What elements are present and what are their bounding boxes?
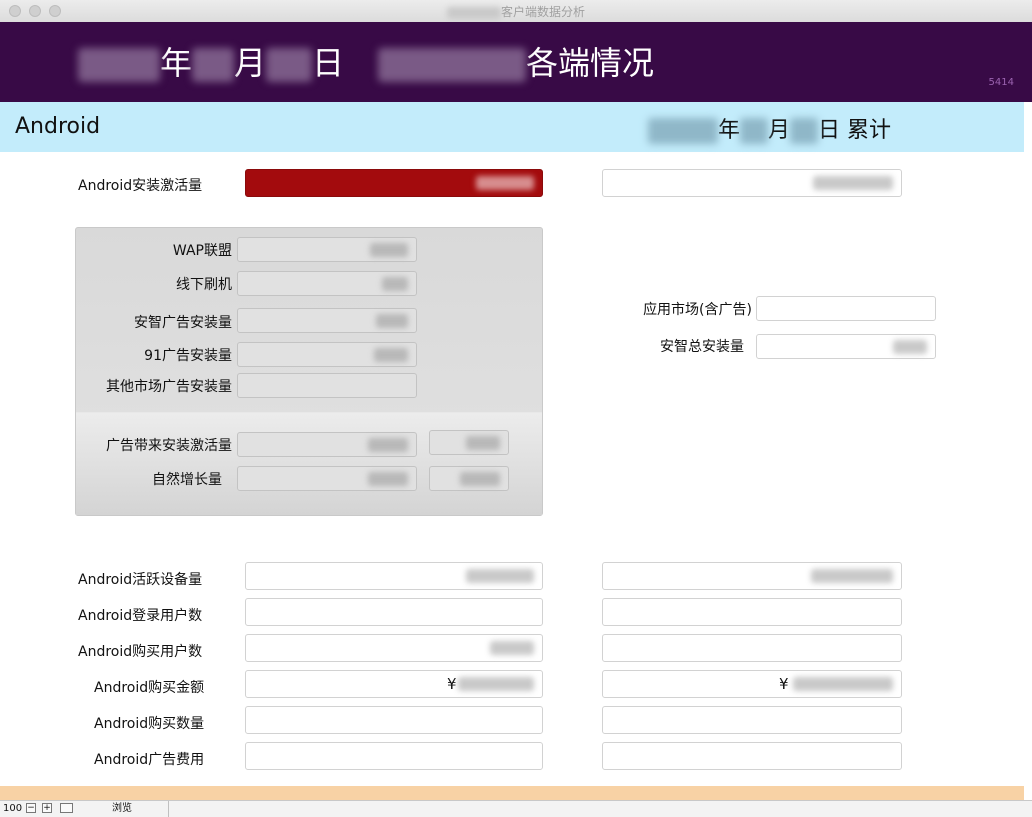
active-devices-cumulative-field[interactable]: [602, 562, 902, 590]
anzhi-total-install-field[interactable]: [756, 334, 936, 359]
offline-flash-label: 线下刷机: [176, 277, 232, 293]
other-market-ad-label: 其他市场广告安装量: [106, 379, 232, 395]
zoom-in-icon[interactable]: +: [42, 803, 52, 813]
redacted-year: [78, 48, 160, 82]
natural-growth-ratio-field[interactable]: [429, 466, 509, 491]
redacted-text: [378, 48, 526, 82]
redacted-text: [446, 6, 501, 19]
ad-cost-cumulative-field[interactable]: [602, 742, 902, 770]
record-counter: 5414: [988, 77, 1014, 88]
ad-cost-field[interactable]: [245, 742, 543, 770]
buy-amount-cumulative-field[interactable]: ¥: [602, 670, 902, 698]
active-devices-field[interactable]: [245, 562, 543, 590]
wap-label: WAP联盟: [172, 243, 232, 259]
redacted-value: [374, 347, 408, 362]
report-scope-title: 各端情况: [378, 43, 654, 83]
redacted-value: [460, 471, 500, 486]
window-titlebar: 客户端数据分析: [0, 0, 1032, 23]
redacted-value: [458, 677, 534, 691]
redacted-value: [490, 641, 534, 655]
window-title: 客户端数据分析: [0, 3, 1032, 20]
anzhi-ad-install-field[interactable]: [237, 308, 417, 333]
ad-activation-field[interactable]: [237, 432, 417, 457]
install-activation-field[interactable]: [245, 169, 543, 197]
login-users-label: Android登录用户数: [78, 608, 203, 624]
report-date-title: 年月日: [78, 43, 344, 83]
buy-quantity-field[interactable]: [245, 706, 543, 734]
wap-field[interactable]: [237, 237, 417, 262]
redacted-value: [368, 437, 408, 452]
redacted-month: [740, 118, 769, 144]
redacted-value: [466, 569, 534, 583]
buy-amount-field[interactable]: ¥: [245, 670, 543, 698]
redacted-month: [192, 48, 235, 82]
redacted-value: [376, 313, 408, 328]
zoom-level: 100: [3, 803, 23, 814]
ad91-install-label: 91广告安装量: [144, 348, 232, 364]
redacted-year: [648, 118, 718, 144]
redacted-value: [793, 677, 893, 691]
redacted-value: [382, 276, 408, 291]
redacted-day: [266, 48, 313, 82]
view-mode[interactable]: 浏览: [112, 802, 132, 816]
redacted-value: [370, 242, 408, 257]
offline-flash-field[interactable]: [237, 271, 417, 296]
login-users-cumulative-field[interactable]: [602, 598, 902, 626]
redacted-value: [368, 471, 408, 486]
login-users-field[interactable]: [245, 598, 543, 626]
status-divider: [168, 801, 169, 817]
anzhi-ad-install-label: 安智广告安装量: [134, 315, 232, 331]
section-title: Android: [15, 114, 101, 139]
buy-amount-label: Android购买金额: [94, 680, 205, 696]
report-header: 年月日 各端情况 5414: [0, 22, 1032, 102]
install-activation-cumulative-field[interactable]: [602, 169, 902, 197]
currency-symbol: ¥: [447, 675, 457, 693]
natural-growth-label: 自然增长量: [152, 472, 222, 488]
currency-symbol: ¥: [779, 675, 789, 693]
redacted-day: [790, 118, 819, 144]
natural-growth-field[interactable]: [237, 466, 417, 491]
buy-quantity-label: Android购买数量: [94, 716, 205, 732]
active-devices-label: Android活跃设备量: [78, 572, 203, 588]
ad-activation-label: 广告带来安装激活量: [106, 438, 232, 454]
ad-cost-label: Android广告费用: [94, 752, 205, 768]
anzhi-total-install-label: 安智总安装量: [660, 339, 744, 355]
cumulative-date-label: 年月日 累计: [648, 112, 891, 144]
app-market-field[interactable]: [756, 296, 936, 321]
app-market-label: 应用市场(含广告): [643, 302, 752, 318]
other-market-ad-field[interactable]: [237, 373, 417, 398]
ad-activation-ratio-field[interactable]: [429, 430, 509, 455]
buy-quantity-cumulative-field[interactable]: [602, 706, 902, 734]
zoom-out-icon[interactable]: −: [26, 803, 36, 813]
redacted-value: [476, 176, 534, 190]
redacted-value: [466, 435, 500, 450]
section-header: Android 年月日 累计: [0, 102, 1024, 152]
ad91-install-field[interactable]: [237, 342, 417, 367]
buy-users-field[interactable]: [245, 634, 543, 662]
status-bar: 100 − + 浏览: [0, 800, 1032, 817]
redacted-value: [811, 569, 893, 583]
buy-users-label: Android购买用户数: [78, 644, 203, 660]
redacted-value: [893, 339, 927, 354]
install-activation-label: Android安装激活量: [78, 178, 203, 194]
next-section-bar: [0, 786, 1024, 800]
ad-breakdown-subpanel: [76, 412, 542, 515]
toggle-toolbar-icon[interactable]: [60, 803, 73, 813]
redacted-value: [813, 176, 893, 190]
buy-users-cumulative-field[interactable]: [602, 634, 902, 662]
